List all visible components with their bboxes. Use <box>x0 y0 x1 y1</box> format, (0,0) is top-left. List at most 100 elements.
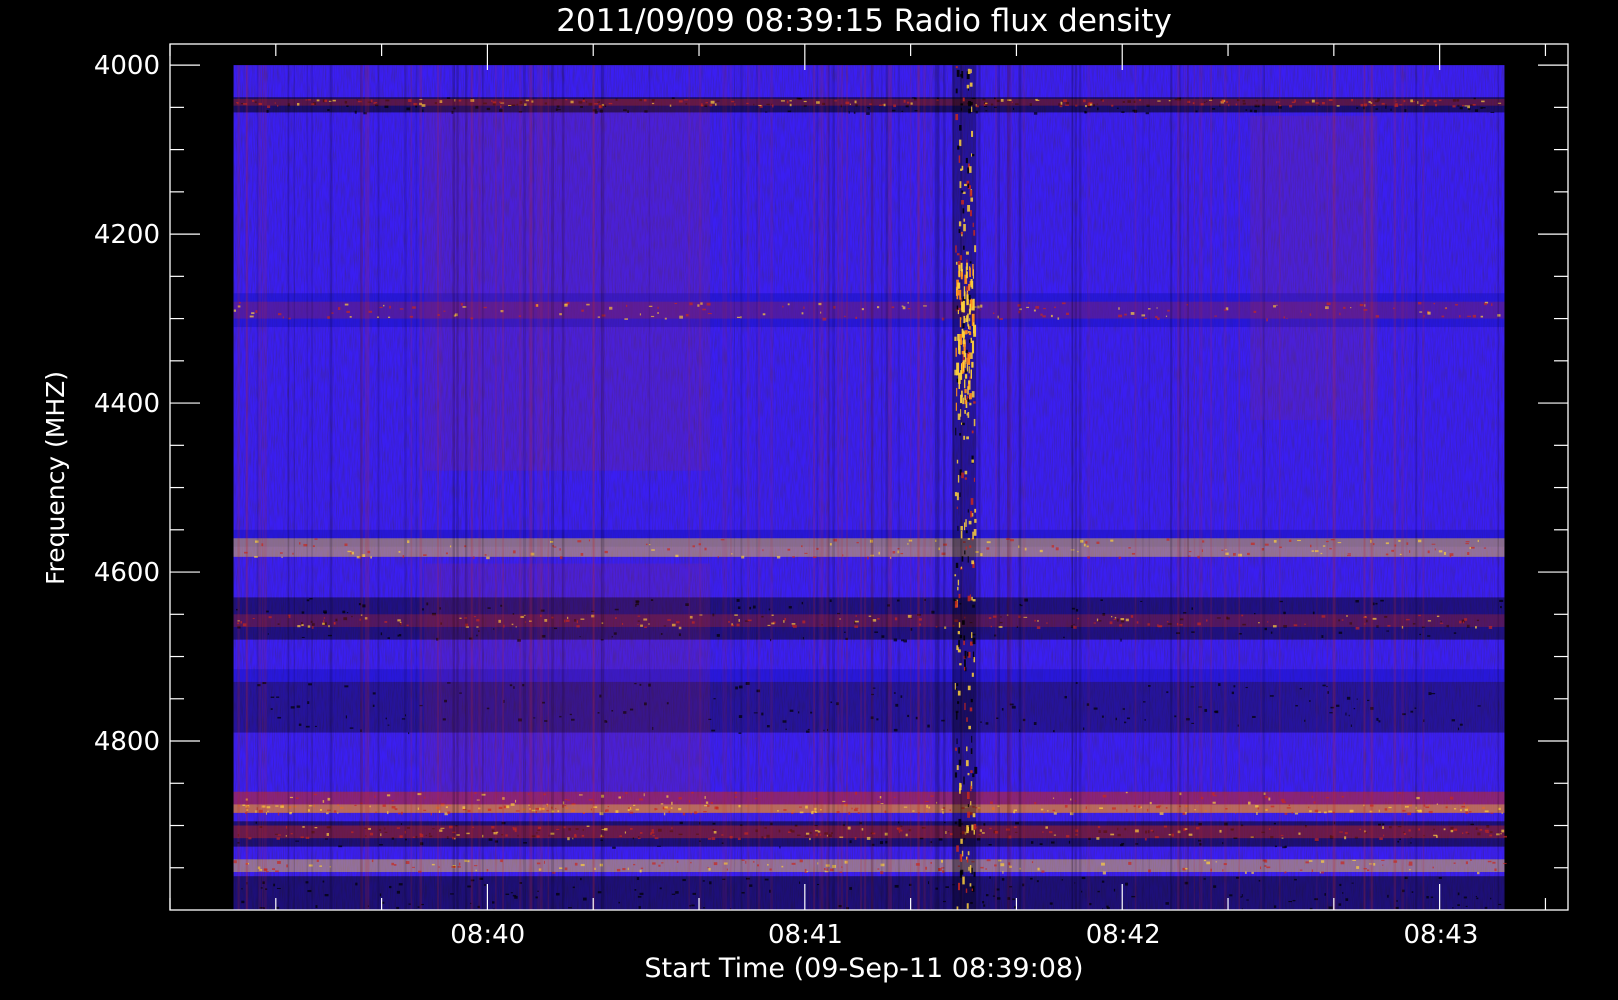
heatmap-speckle <box>1011 705 1016 709</box>
heatmap-speckle <box>1476 897 1479 900</box>
heatmap-speckle <box>1049 902 1053 905</box>
heatmap-streak <box>1074 65 1077 910</box>
burst-speckle <box>959 433 962 436</box>
heatmap-speckle <box>564 804 567 807</box>
heatmap-streak <box>819 65 822 910</box>
heatmap-speckle <box>505 834 508 837</box>
heatmap-speckle <box>295 840 300 842</box>
heatmap-streak <box>1022 65 1026 910</box>
heatmap-speckle <box>445 552 448 555</box>
heatmap-speckle <box>1124 313 1127 316</box>
burst-speckle <box>974 245 977 253</box>
heatmap-speckle <box>1085 104 1087 108</box>
heatmap-speckle <box>1286 807 1291 809</box>
heatmap-speckle <box>233 860 237 864</box>
heatmap-speckle <box>1382 823 1385 826</box>
heatmap-speckle <box>297 625 301 628</box>
heatmap-speckle <box>1013 107 1015 110</box>
heatmap-speckle <box>1384 808 1388 811</box>
heatmap-speckle <box>1390 108 1392 111</box>
heatmap-speckle <box>251 100 255 102</box>
burst-speckle <box>968 520 972 525</box>
heatmap-speckle <box>782 305 784 308</box>
heatmap-streak <box>1422 65 1425 910</box>
heatmap-speckle <box>783 620 785 623</box>
heatmap-speckle <box>906 101 910 104</box>
heatmap-speckle <box>1057 317 1060 320</box>
burst-speckle <box>971 430 974 434</box>
heatmap-speckle <box>690 861 692 864</box>
heatmap-speckle <box>1221 549 1224 551</box>
heatmap-speckle <box>383 304 385 307</box>
burst-speckle <box>971 632 973 639</box>
heatmap-speckle <box>1376 717 1379 721</box>
heatmap-speckle <box>799 859 803 863</box>
heatmap-speckle <box>1309 544 1312 548</box>
heatmap-speckle <box>1459 106 1463 110</box>
heatmap-speckle <box>786 100 789 104</box>
heatmap-speckle <box>1452 105 1456 108</box>
heatmap-speckle <box>654 837 659 840</box>
heatmap-speckle <box>1109 621 1113 625</box>
heatmap-speckle <box>713 862 718 866</box>
burst-speckle <box>959 634 963 639</box>
heatmap-speckle <box>1352 859 1356 861</box>
heatmap-speckle <box>515 799 517 803</box>
heatmap-speckle <box>895 703 899 707</box>
heatmap-speckle <box>1030 841 1034 844</box>
heatmap-speckle <box>266 806 271 809</box>
heatmap-speckle <box>344 303 349 306</box>
heatmap-speckle <box>396 827 400 829</box>
heatmap-speckle <box>467 809 471 813</box>
heatmap-streak <box>1187 65 1189 910</box>
heatmap-speckle <box>1266 866 1271 869</box>
heatmap-speckle <box>1308 700 1311 702</box>
burst-speckle <box>970 770 973 774</box>
heatmap-speckle <box>1470 823 1475 826</box>
heatmap-speckle <box>1083 99 1086 103</box>
burst-speckle <box>961 190 964 193</box>
heatmap-speckle <box>301 636 305 638</box>
burst-speckle <box>958 759 962 766</box>
heatmap-speckle <box>372 704 375 707</box>
heatmap-speckle <box>354 110 357 114</box>
heatmap-speckle <box>379 844 383 846</box>
heatmap-speckle <box>1436 615 1440 618</box>
heatmap-speckle <box>344 685 349 688</box>
heatmap-speckle <box>622 795 624 798</box>
burst-speckle <box>967 183 970 188</box>
heatmap-speckle <box>1145 112 1149 115</box>
heatmap-speckle <box>1030 877 1033 880</box>
burst-speckle <box>967 595 970 602</box>
heatmap-speckle <box>604 550 608 554</box>
burst-speckle <box>958 622 961 628</box>
burst-speckle <box>955 261 958 265</box>
heatmap-streak <box>826 65 829 910</box>
burst-peak <box>972 269 974 279</box>
heatmap-speckle <box>583 897 587 901</box>
burst-peak <box>964 374 968 379</box>
burst-speckle <box>958 221 962 227</box>
heatmap-streak <box>256 65 259 910</box>
heatmap-speckle <box>1097 107 1099 111</box>
heatmap-speckle <box>447 811 451 814</box>
burst-speckle <box>963 635 966 641</box>
heatmap-speckle <box>1381 859 1385 861</box>
heatmap-speckle <box>671 801 673 805</box>
heatmap-speckle <box>1404 109 1407 113</box>
heatmap-speckle <box>981 832 985 834</box>
heatmap-speckle <box>1272 625 1277 628</box>
burst-speckle <box>957 579 960 586</box>
heatmap-speckle <box>394 808 398 811</box>
heatmap-speckle <box>1111 104 1114 107</box>
heatmap-speckle <box>629 827 633 830</box>
heatmap-speckle <box>1040 808 1044 811</box>
heatmap-streak <box>1223 65 1227 910</box>
heatmap-speckle <box>671 97 675 100</box>
heatmap-speckle <box>1299 687 1302 690</box>
heatmap-speckle <box>1503 862 1507 865</box>
y-tick-label: 4800 <box>94 727 160 757</box>
heatmap-speckle <box>810 711 813 714</box>
heatmap-speckle <box>355 882 358 886</box>
heatmap-speckle <box>396 906 400 910</box>
